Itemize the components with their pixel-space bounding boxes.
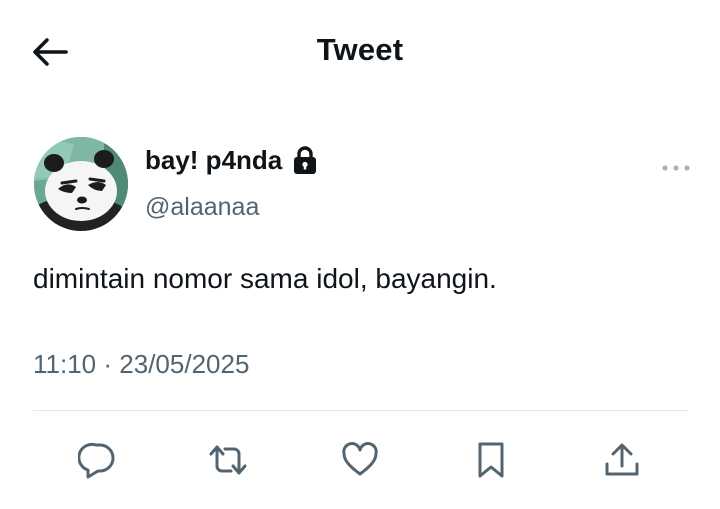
bookmark-icon	[478, 442, 504, 478]
avatar[interactable]	[34, 137, 128, 231]
panda-avatar	[34, 137, 128, 231]
more-dots-icon	[662, 165, 690, 171]
page-title: Tweet	[316, 32, 404, 67]
tweet-text: dimintain nomor sama idol, bayangin.	[33, 263, 497, 294]
display-name[interactable]: bay! p4nda	[145, 145, 318, 176]
heart-icon	[342, 442, 378, 476]
share-icon	[605, 443, 639, 476]
tweet-timestamp[interactable]: 11:10 · 23/05/2025	[33, 349, 249, 380]
like-button[interactable]	[338, 438, 382, 482]
lock-icon	[292, 145, 318, 175]
bookmark-button[interactable]	[469, 438, 513, 482]
more-options-button[interactable]	[656, 154, 696, 182]
display-name-text: bay! p4nda	[145, 145, 283, 175]
reply-icon	[78, 442, 115, 479]
timestamp-separator: ·	[103, 349, 113, 379]
retweet-icon	[209, 445, 247, 475]
tweet-time: 11:10	[33, 349, 97, 379]
retweet-button[interactable]	[206, 438, 250, 482]
user-handle[interactable]: @alaanaa	[145, 193, 259, 222]
tweet-date: 23/05/2025	[119, 349, 250, 379]
top-bar: Tweet	[0, 0, 720, 104]
reply-button[interactable]	[76, 438, 120, 482]
share-button[interactable]	[600, 438, 644, 482]
divider	[33, 410, 688, 411]
